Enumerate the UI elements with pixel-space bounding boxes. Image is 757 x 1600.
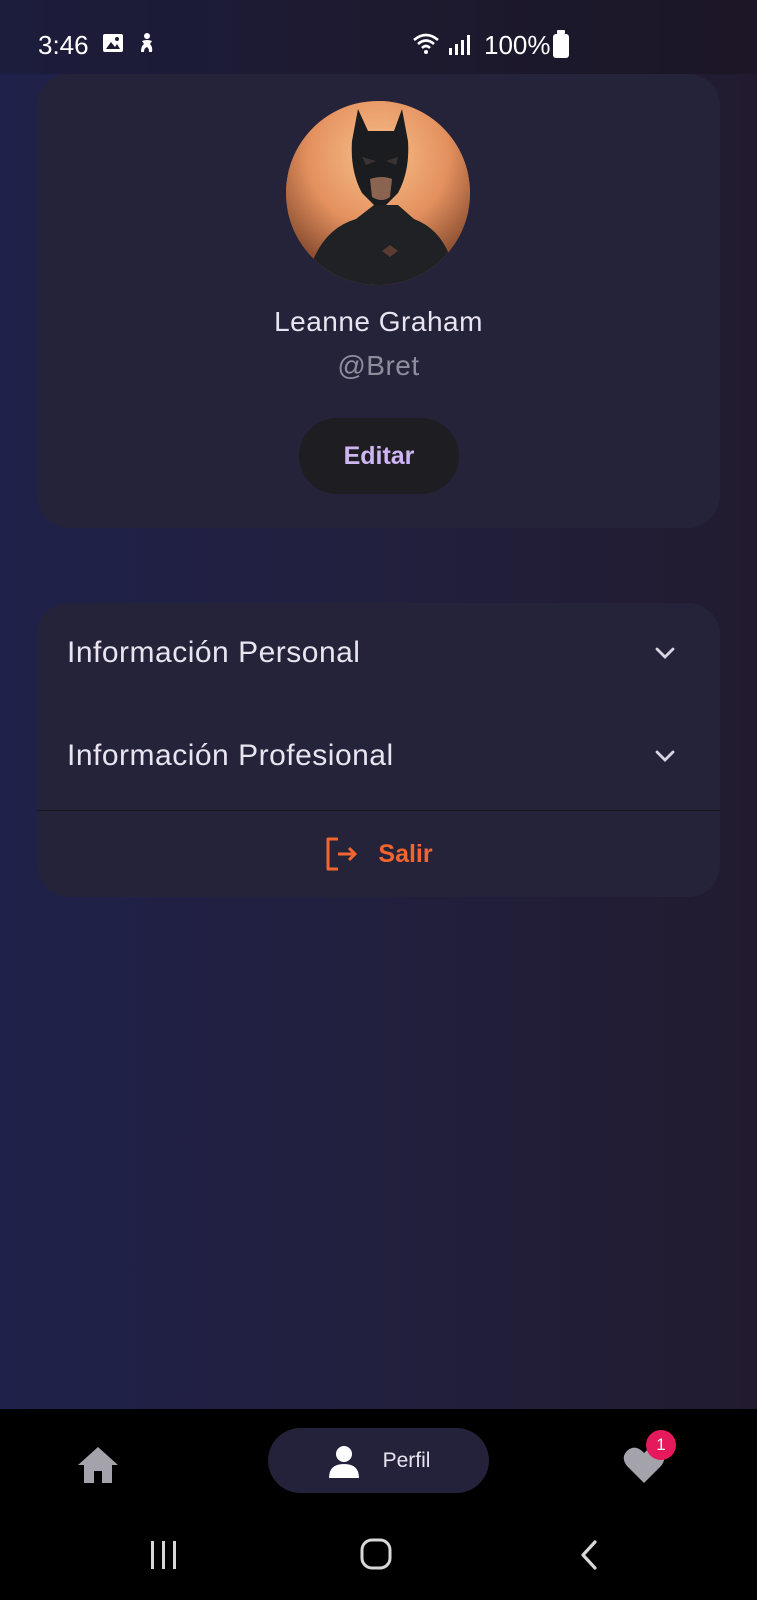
bottom-nav: Perfil 1 (0, 1409, 757, 1600)
signal-icon (449, 35, 470, 55)
recents-icon[interactable] (148, 1539, 180, 1571)
edit-button[interactable]: Editar (299, 418, 459, 494)
battery-percent: 100% (484, 30, 551, 60)
accordion-professional-info[interactable]: Información Profesional (37, 706, 720, 806)
batman-avatar (286, 101, 470, 285)
person-icon (328, 1445, 359, 1478)
logout-button[interactable]: Salir (37, 811, 720, 897)
profile-card: Leanne Graham @Bret Editar (37, 74, 720, 528)
chevron-down-icon (655, 750, 675, 762)
system-nav-bar (0, 1509, 757, 1600)
notification-badge: 1 (646, 1430, 676, 1460)
status-time: 3:46 (38, 30, 89, 60)
profile-handle: @Bret (337, 350, 420, 381)
accessibility-icon (141, 33, 153, 52)
avatar (286, 101, 470, 285)
accordion-label: Información Profesional (67, 739, 394, 772)
accordion-label: Información Personal (67, 636, 361, 669)
logout-label: Salir (378, 839, 433, 868)
status-bar: 3:46 100% (0, 0, 757, 74)
profile-name: Leanne Graham (274, 306, 483, 337)
nav-profile-tab[interactable]: Perfil (268, 1428, 489, 1493)
back-icon[interactable] (578, 1539, 600, 1571)
wifi-icon (413, 33, 439, 54)
system-home-icon[interactable] (359, 1537, 393, 1571)
info-card: Información Personal Información Profesi… (37, 603, 720, 897)
nav-profile-label: Perfil (382, 1448, 431, 1472)
gallery-icon (103, 34, 123, 52)
logout-icon (326, 837, 358, 871)
chevron-down-icon (655, 647, 675, 659)
accordion-personal-info[interactable]: Información Personal (37, 603, 720, 703)
home-icon[interactable] (76, 1443, 120, 1487)
battery-icon (553, 30, 569, 58)
